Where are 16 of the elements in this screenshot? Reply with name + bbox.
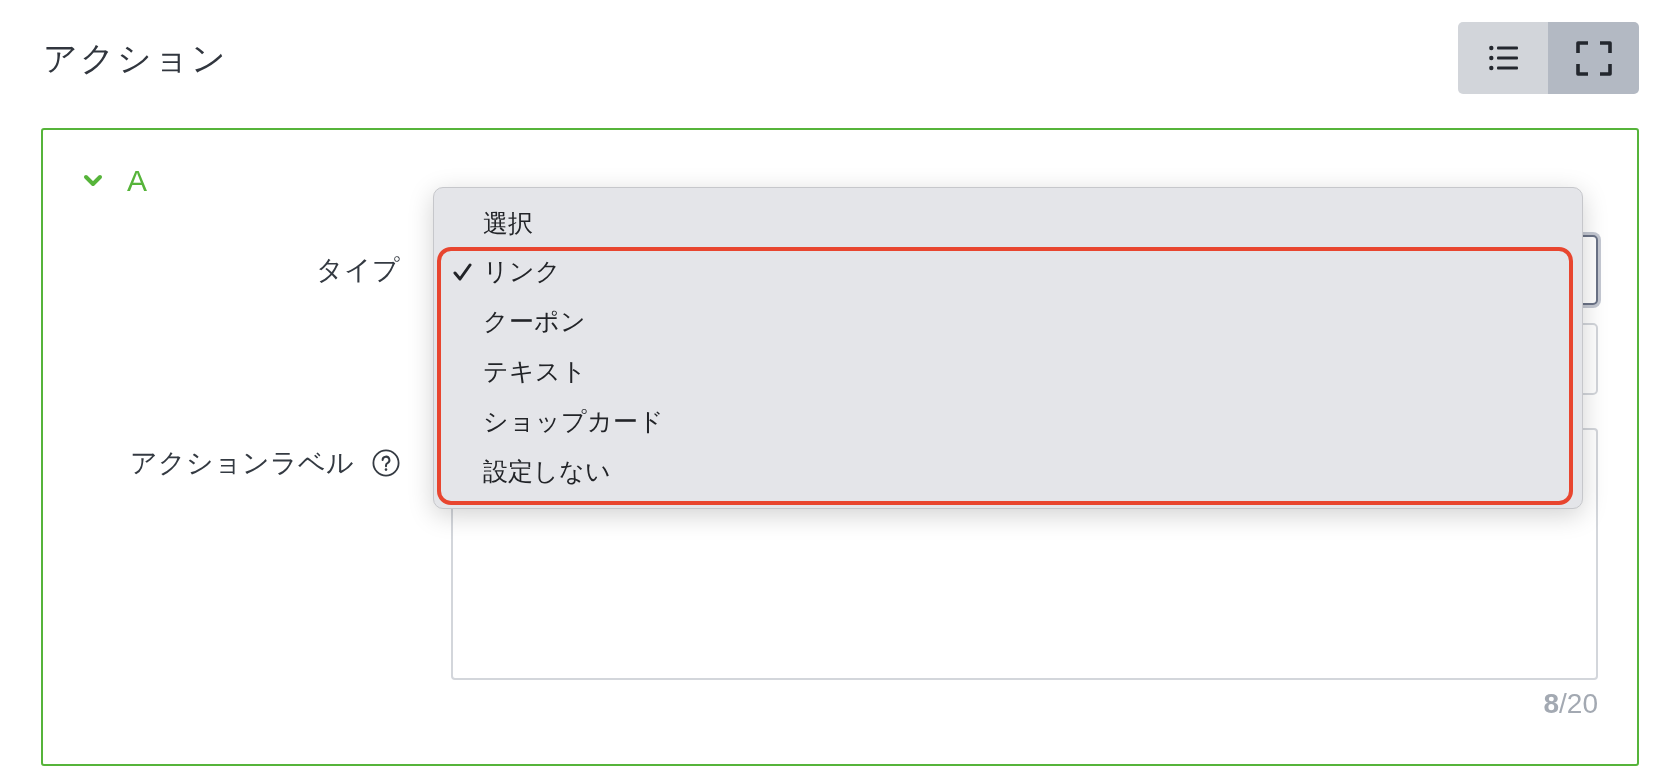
field-label: アクションラベル [130, 447, 354, 480]
fullscreen-button[interactable] [1548, 22, 1639, 94]
field-label: タイプ [316, 254, 400, 287]
chevron-down-icon [83, 174, 103, 188]
list-icon [1488, 44, 1518, 72]
menu-option[interactable]: 設定しない [441, 451, 1569, 501]
help-icon[interactable] [372, 449, 400, 477]
menu-option[interactable]: ショップカード [441, 401, 1569, 451]
character-counter: 8/20 [1543, 688, 1598, 720]
fullscreen-icon [1575, 40, 1612, 76]
menu-option[interactable]: クーポン [441, 301, 1569, 351]
list-view-button[interactable] [1458, 22, 1548, 94]
menu-option[interactable]: リンク [441, 251, 1569, 301]
page-title: アクション [43, 38, 228, 79]
menu-option[interactable]: テキスト [441, 351, 1569, 401]
menu-option[interactable]: 選択 [434, 199, 1582, 247]
